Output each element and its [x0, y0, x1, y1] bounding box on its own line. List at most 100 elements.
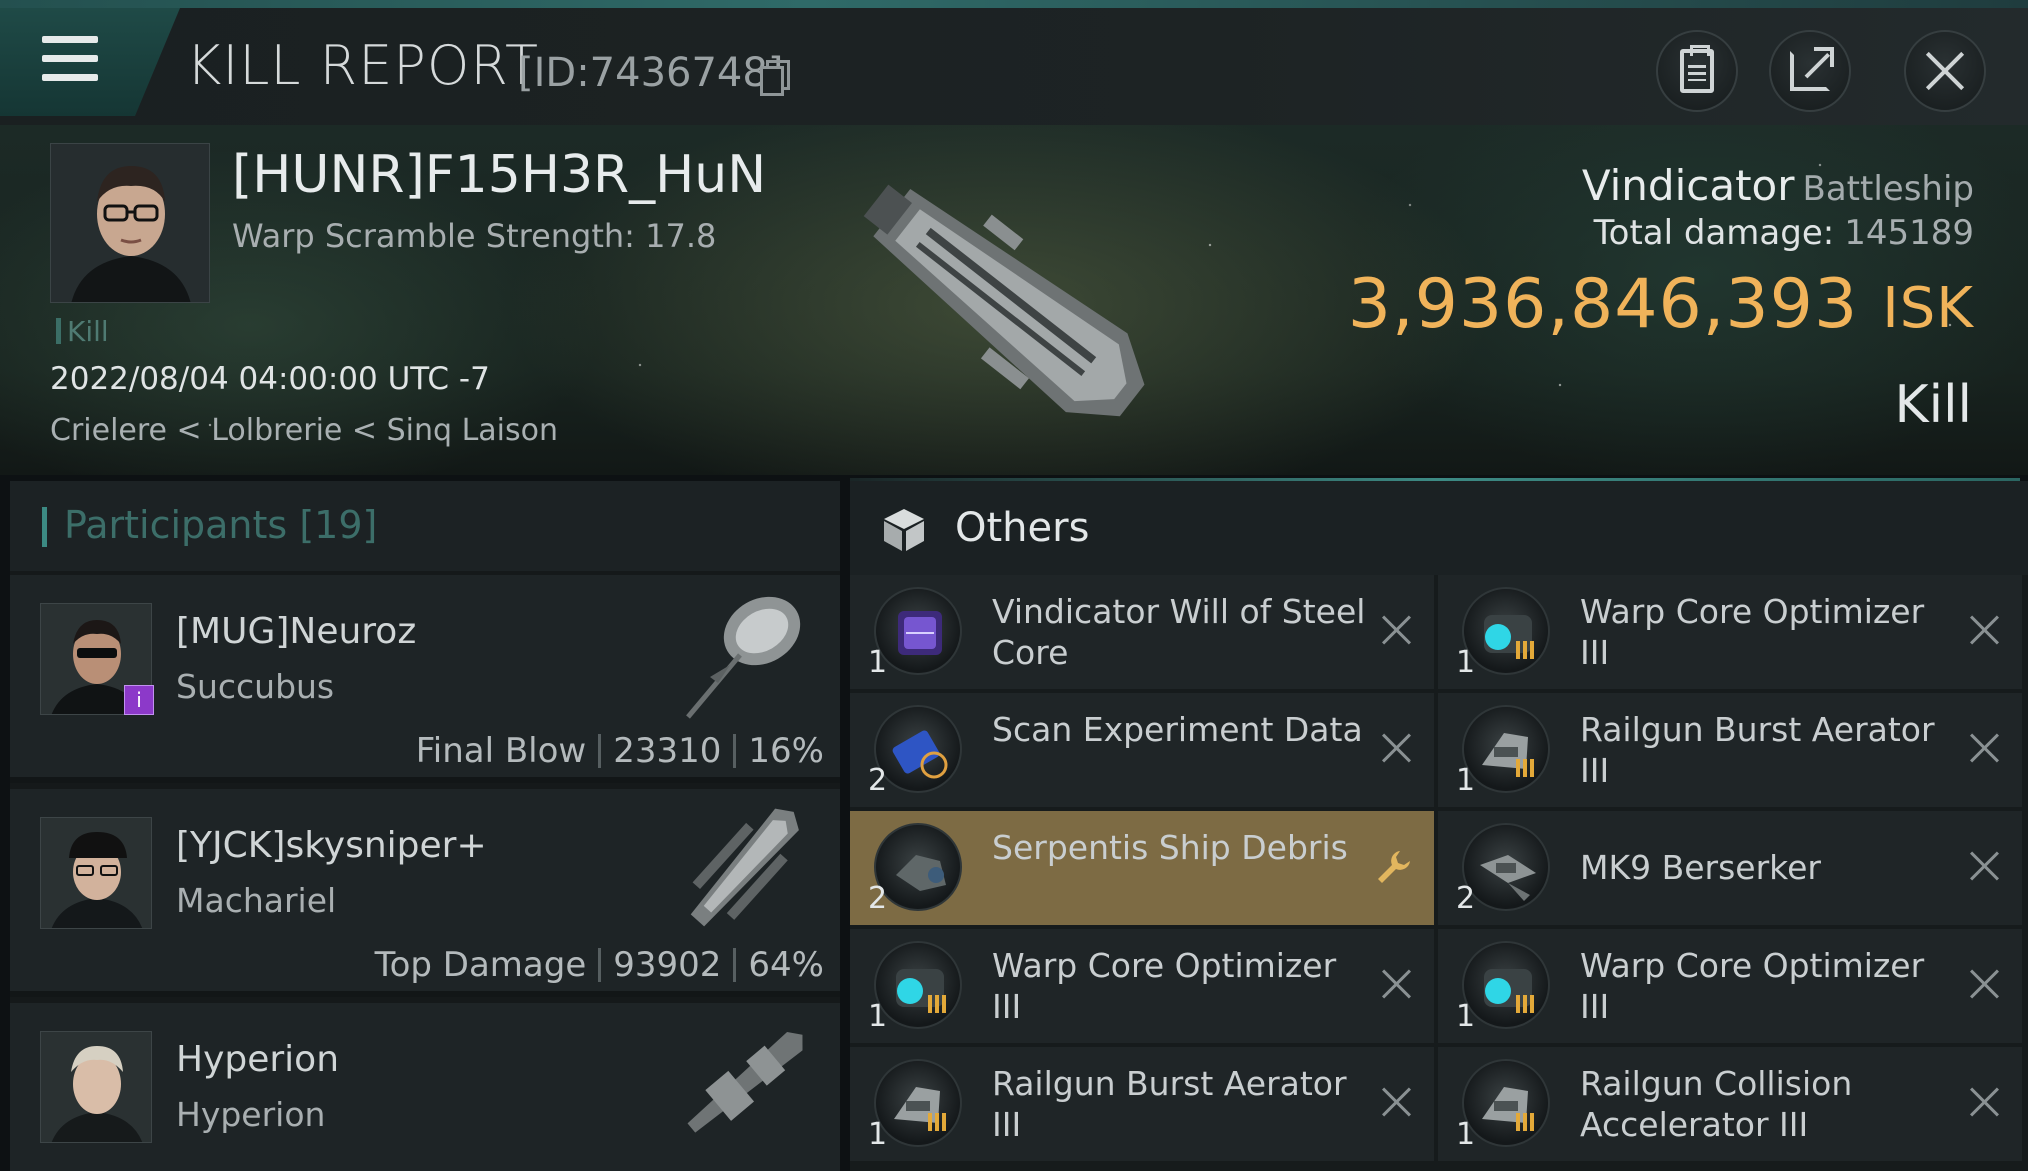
core-icon [874, 587, 962, 675]
item-quantity: 1 [868, 999, 888, 1034]
drone-icon [1462, 823, 1550, 911]
item-name: Serpentis Ship Debris [992, 828, 1348, 867]
victim-ship-type[interactable]: Vindicator Battleship [1582, 161, 1974, 210]
participant-damage: 93902 [613, 945, 722, 985]
victim-avatar[interactable] [50, 143, 210, 303]
participant-row[interactable]: [YJCK]skysniper+ Machariel Top Damage 939… [10, 789, 840, 997]
item-name: Railgun Burst Aerator III [992, 1064, 1347, 1144]
hyperion-ship-icon[interactable] [670, 1013, 820, 1153]
participants-header[interactable]: Participants [19] [10, 481, 840, 571]
item-row[interactable]: 1 Railgun Collision Accelerator III [1438, 1047, 2022, 1161]
participant-name[interactable]: [YJCK]skysniper+ [176, 825, 487, 866]
share-icon [1790, 47, 1834, 91]
participants-count: [19] [299, 503, 378, 547]
item-row[interactable]: 2 Scan Experiment Data [850, 693, 1434, 807]
item-quantity: 1 [1456, 999, 1476, 1034]
total-damage: Total damage: 145189 [1594, 213, 1974, 253]
participant-ship[interactable]: Machariel [176, 881, 336, 920]
item-quantity: 1 [868, 645, 888, 680]
participant-stats: Top Damage 93902 64% [375, 945, 824, 985]
participant-role: Final Blow [415, 731, 587, 771]
victim-ship-class: Battleship [1802, 169, 1974, 209]
item-quantity: 2 [868, 763, 888, 798]
portrait-icon [41, 1032, 151, 1142]
destroyed-x-icon [1970, 1087, 2000, 1117]
item-row[interactable]: 1 Vindicator Will of Steel Core [850, 575, 1434, 689]
window-title: KILL REPORT [186, 34, 539, 97]
items-panel: Others 1 Vindicator Will of Steel Core 2… [850, 481, 2028, 1171]
item-name: Railgun Burst Aerator III [1580, 710, 1935, 790]
machariel-ship-icon[interactable] [670, 799, 820, 939]
destroyed-x-icon [1382, 1087, 1412, 1117]
participant-avatar[interactable] [40, 817, 152, 929]
participant-stats: Final Blow 23310 16% [416, 731, 824, 771]
participant-ship[interactable]: Succubus [176, 667, 334, 706]
portrait-icon [51, 144, 209, 302]
hamburger-menu-icon[interactable] [42, 36, 98, 82]
items-header[interactable]: Others [850, 481, 2028, 575]
total-damage-value: 145189 [1844, 213, 1974, 253]
module-icon [1462, 1059, 1550, 1147]
kill-location[interactable]: Crielere < Lolbrerie < Sinq Laison [50, 413, 558, 448]
info-badge-icon[interactable]: i [124, 685, 154, 715]
item-quantity: 1 [1456, 763, 1476, 798]
share-button[interactable] [1769, 30, 1851, 112]
destroyed-x-icon [1970, 851, 2000, 881]
data-icon [874, 705, 962, 793]
succubus-ship-icon[interactable] [670, 585, 820, 725]
destroyed-x-icon [1382, 615, 1412, 645]
isk-amount: 3,936,846,393 [1347, 265, 1859, 344]
item-row[interactable]: 1 Warp Core Optimizer III [1438, 575, 2022, 689]
module-icon [874, 941, 962, 1029]
item-row-highlighted[interactable]: 2 Serpentis Ship Debris [850, 811, 1434, 925]
participant-avatar[interactable] [40, 1031, 152, 1143]
item-row[interactable]: 1 Railgun Burst Aerator III [1438, 693, 2022, 807]
items-section-label: Others [955, 505, 1090, 551]
participant-percent: 64% [748, 945, 824, 985]
module-icon [1462, 941, 1550, 1029]
destroyed-x-icon [1382, 733, 1412, 763]
participant-row[interactable]: Hyperion Hyperion [10, 1003, 840, 1171]
destroyed-x-icon [1970, 733, 2000, 763]
item-name: Warp Core Optimizer III [992, 946, 1337, 1026]
isk-value: 3,936,846,393 ISK [1348, 265, 1974, 344]
close-button[interactable] [1904, 30, 1986, 112]
participant-role: Top Damage [374, 945, 587, 985]
item-name: MK9 Berserker [1580, 848, 1821, 887]
destroyed-x-icon [1970, 969, 2000, 999]
title-bar: KILL REPORT [ID:7436748] [0, 8, 2028, 125]
report-id: [ID:7436748] [518, 50, 784, 96]
item-name: Vindicator Will of Steel Core [992, 592, 1366, 672]
portrait-icon [41, 818, 151, 928]
item-quantity: 1 [1456, 1117, 1476, 1152]
cube-icon [884, 509, 924, 551]
participant-ship[interactable]: Hyperion [176, 1095, 325, 1134]
module-icon [1462, 587, 1550, 675]
kill-tag: Kill [56, 315, 109, 348]
item-row[interactable]: 1 Warp Core Optimizer III [850, 929, 1434, 1043]
participants-panel: Participants [19] i [MUG]Neuroz Succubus… [10, 481, 840, 1171]
item-row[interactable]: 1 Warp Core Optimizer III [1438, 929, 2022, 1043]
isk-unit: ISK [1882, 276, 1974, 341]
window-top-accent [0, 0, 2028, 8]
clipboard-icon [1680, 45, 1714, 93]
item-row[interactable]: 2 MK9 Berserker [1438, 811, 2022, 925]
item-row[interactable]: 1 Railgun Burst Aerator III [850, 1047, 1434, 1161]
destroyed-x-icon [1970, 615, 2000, 645]
module-icon [1462, 705, 1550, 793]
item-quantity: 1 [868, 1117, 888, 1152]
participant-percent: 16% [748, 731, 824, 771]
item-quantity: 2 [868, 881, 888, 916]
clipboard-button[interactable] [1656, 30, 1738, 112]
participant-name[interactable]: Hyperion [176, 1039, 339, 1080]
debris-icon [874, 823, 962, 911]
participant-row[interactable]: i [MUG]Neuroz Succubus Final Blow 23310 16… [10, 575, 840, 783]
wrench-icon[interactable] [1374, 847, 1414, 887]
participants-label: Participants [19] [64, 503, 378, 547]
copy-id-icon[interactable] [760, 60, 790, 96]
item-quantity: 1 [1456, 645, 1476, 680]
participant-name[interactable]: [MUG]Neuroz [176, 611, 416, 652]
vindicator-ship-icon[interactable] [820, 145, 1200, 465]
victim-name[interactable]: [HUNR]F15H3R_HuN [232, 145, 766, 205]
kill-result: Kill [1894, 375, 1972, 435]
